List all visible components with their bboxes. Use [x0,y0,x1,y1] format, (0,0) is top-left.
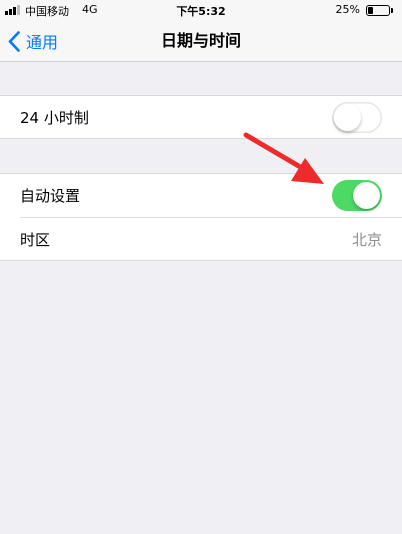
hour-format-group: 24 小时制 [0,95,402,139]
auto-set-toggle[interactable] [332,180,382,211]
auto-time-group: 自动设置 时区 北京 [0,173,402,261]
hour24-toggle[interactable] [332,102,382,133]
date-time-settings-screen: 中国移动 4G 下午5:32 25% 通用 日期与时间 24 小时制 自动设置 [0,0,402,534]
hour24-row: 24 小时制 [0,96,402,140]
auto-set-row: 自动设置 [0,174,402,218]
toggle-knob [334,104,361,131]
hour24-label: 24 小时制 [20,109,89,127]
red-arrow-icon [243,132,324,184]
navigation-bar: 通用 日期与时间 [0,20,402,62]
timezone-label: 时区 [20,231,51,249]
timezone-row[interactable]: 时区 北京 [0,218,402,262]
status-bar: 中国移动 4G 下午5:32 25% [0,0,402,20]
battery-nub [391,8,393,13]
timezone-value: 北京 [351,231,382,249]
battery-percent: 25% [335,3,360,16]
toggle-knob [353,182,380,209]
auto-set-label: 自动设置 [20,187,81,205]
page-title: 日期与时间 [160,31,241,50]
battery-icon [366,5,390,16]
